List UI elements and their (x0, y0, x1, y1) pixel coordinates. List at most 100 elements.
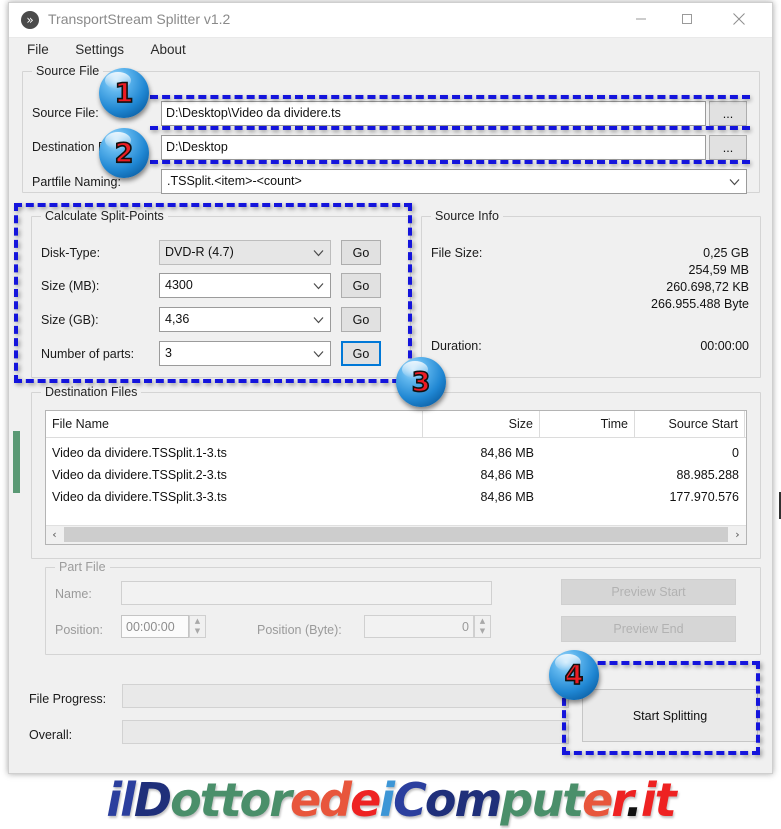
preview-end-button: Preview End (561, 616, 736, 642)
size-gb-go-button[interactable]: Go (341, 307, 381, 332)
cell-source-start: 0 (732, 446, 739, 460)
cell-time (540, 442, 635, 464)
file-progress-label: File Progress: (29, 692, 107, 706)
chevron-down-icon (313, 316, 324, 323)
menu-item-file[interactable]: File (27, 38, 61, 61)
destination-files-group-legend: Destination Files (41, 385, 142, 399)
cell-source-start: 88.985.288 (676, 468, 739, 482)
size-mb-go-button[interactable]: Go (341, 273, 381, 298)
partfile-naming-combo[interactable]: .TSSplit.<item>-<count> (161, 169, 747, 194)
source-file-group-legend: Source File (32, 64, 104, 78)
size-mb-label: Size (MB): (41, 279, 100, 293)
disk-type-label: Disk-Type: (41, 246, 101, 260)
maximize-button[interactable] (664, 3, 710, 35)
list-header: File Name Size Time Source Start (46, 411, 746, 438)
disk-type-combo[interactable]: DVD-R (4.7) (159, 240, 331, 265)
duration-label: Duration: (431, 339, 482, 353)
table-row[interactable]: Video da dividere.TSSplit.3-3.ts 84,86 M… (46, 486, 746, 508)
overall-progress-bar (122, 720, 569, 744)
watermark-segment: C (393, 773, 427, 827)
file-size-kb-value: 260.698,72 KB (666, 280, 749, 294)
watermark-segment: om (424, 773, 503, 827)
duration-value: 00:00:00 (700, 339, 749, 353)
watermark-segment: i (379, 773, 395, 827)
scroll-right-arrow-icon[interactable]: › (729, 526, 746, 543)
cell-file-name: Video da dividere.TSSplit.1-3.ts (52, 446, 227, 460)
chevron-down-icon (313, 282, 324, 289)
watermark-logo: ilDottoredeiComputer.it (0, 773, 781, 827)
destination-files-list[interactable]: File Name Size Time Source Start Video d… (45, 410, 747, 545)
watermark-segment: ed (289, 773, 352, 827)
part-position-byte-input: 0 (364, 615, 474, 638)
split-points-group-legend: Calculate Split-Points (41, 209, 168, 223)
part-position-byte-label: Position (Byte): (257, 623, 342, 637)
column-header-file-name[interactable]: File Name (46, 411, 423, 437)
column-header-time[interactable]: Time (540, 411, 635, 437)
partfile-naming-label: Partfile Naming: (32, 175, 121, 189)
table-row[interactable]: Video da dividere.TSSplit.2-3.ts 84,86 M… (46, 464, 746, 486)
source-info-group-legend: Source Info (431, 209, 503, 223)
part-name-input (121, 581, 492, 605)
size-gb-label: Size (GB): (41, 313, 99, 327)
file-progress-bar (122, 684, 569, 708)
watermark-segment: il (106, 773, 136, 827)
watermark-segment: D (133, 773, 172, 827)
size-gb-value: 4,36 (165, 312, 190, 326)
watermark-segment: e (582, 773, 613, 827)
start-splitting-button[interactable]: Start Splitting (582, 689, 758, 742)
close-button[interactable] (716, 3, 762, 35)
edge-artifact-left (13, 431, 20, 493)
cell-time (540, 486, 635, 508)
title-bar: TransportStream Splitter v1.2 (9, 3, 772, 38)
destination-folder-browse-button[interactable]: ... (709, 135, 747, 160)
size-mb-value: 4300 (165, 278, 193, 292)
size-gb-combo[interactable]: 4,36 (159, 307, 331, 332)
menu-item-settings[interactable]: Settings (75, 38, 136, 61)
part-position-input: 00:00:00 (121, 615, 189, 638)
part-file-group-legend: Part File (55, 560, 110, 574)
annotation-badge-2: 2 (99, 128, 149, 178)
cell-size: 84,86 MB (480, 446, 534, 460)
part-position-stepper: ▲ ▼ (189, 615, 206, 638)
disk-type-go-button[interactable]: Go (341, 240, 381, 265)
annotation-badge-4-number: 4 (564, 659, 584, 691)
column-header-size[interactable]: Size (423, 411, 540, 437)
cell-source-start: 177.970.576 (669, 490, 739, 504)
cell-size: 84,86 MB (480, 490, 534, 504)
watermark-segment: ottor (170, 773, 292, 827)
cell-file-name: Video da dividere.TSSplit.2-3.ts (52, 468, 227, 482)
part-name-label: Name: (55, 587, 92, 601)
watermark-segment: . (625, 773, 643, 827)
horizontal-scrollbar[interactable]: ‹ › (46, 525, 746, 544)
preview-start-button: Preview Start (561, 579, 736, 605)
watermark-segment: it (640, 773, 677, 827)
source-file-browse-button[interactable]: ... (709, 101, 747, 126)
menu-item-about[interactable]: About (150, 38, 197, 61)
number-of-parts-combo[interactable]: 3 (159, 341, 331, 366)
table-row[interactable]: Video da dividere.TSSplit.1-3.ts 84,86 M… (46, 442, 746, 464)
scrollbar-thumb[interactable] (64, 527, 728, 542)
file-size-label: File Size: (431, 246, 483, 260)
minimize-button[interactable] (618, 3, 664, 35)
watermark-segment: e (350, 773, 381, 827)
chevron-down-icon (313, 350, 324, 357)
column-header-source-start[interactable]: Source Start (635, 411, 745, 437)
cell-size: 84,86 MB (480, 468, 534, 482)
file-size-byte-value: 266.955.488 Byte (651, 297, 749, 311)
annotation-badge-2-number: 2 (114, 137, 134, 169)
source-file-input[interactable]: D:\Desktop\Video da dividere.ts (161, 101, 706, 126)
watermark-segment: put (500, 773, 584, 827)
source-file-label: Source File: (32, 106, 99, 120)
destination-folder-input[interactable]: D:\Desktop (161, 135, 706, 160)
number-of-parts-go-button[interactable]: Go (341, 341, 381, 366)
stepper-up-icon: ▲ (479, 616, 486, 625)
scroll-left-arrow-icon[interactable]: ‹ (46, 526, 63, 543)
size-mb-combo[interactable]: 4300 (159, 273, 331, 298)
number-of-parts-value: 3 (165, 346, 172, 360)
disk-type-value: DVD-R (4.7) (165, 245, 234, 259)
partfile-naming-value: .TSSplit.<item>-<count> (167, 174, 302, 188)
annotation-badge-3-number: 3 (411, 366, 431, 398)
menu-bar: File Settings About (9, 38, 772, 64)
cell-time (540, 464, 635, 486)
stepper-down-icon: ▼ (479, 627, 486, 636)
